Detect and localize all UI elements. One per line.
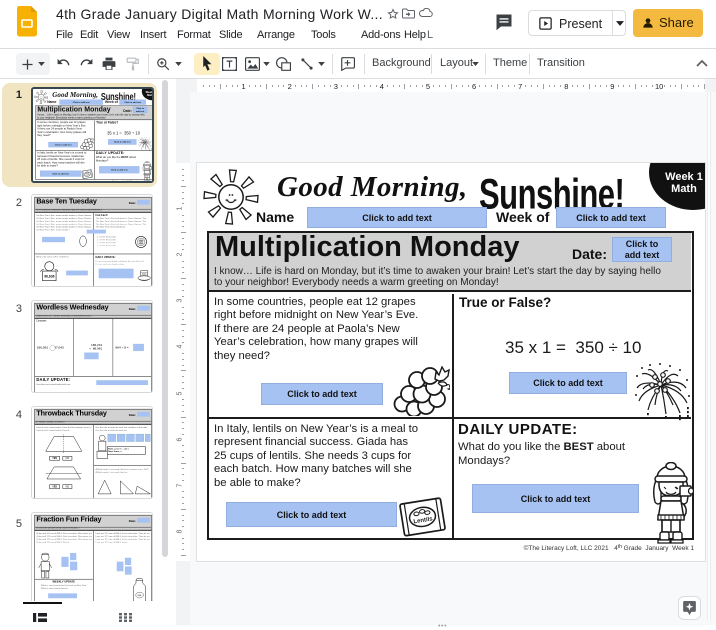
svg-text:96,636: 96,636 xyxy=(44,274,54,278)
svg-text:2022: 2022 xyxy=(142,273,146,275)
